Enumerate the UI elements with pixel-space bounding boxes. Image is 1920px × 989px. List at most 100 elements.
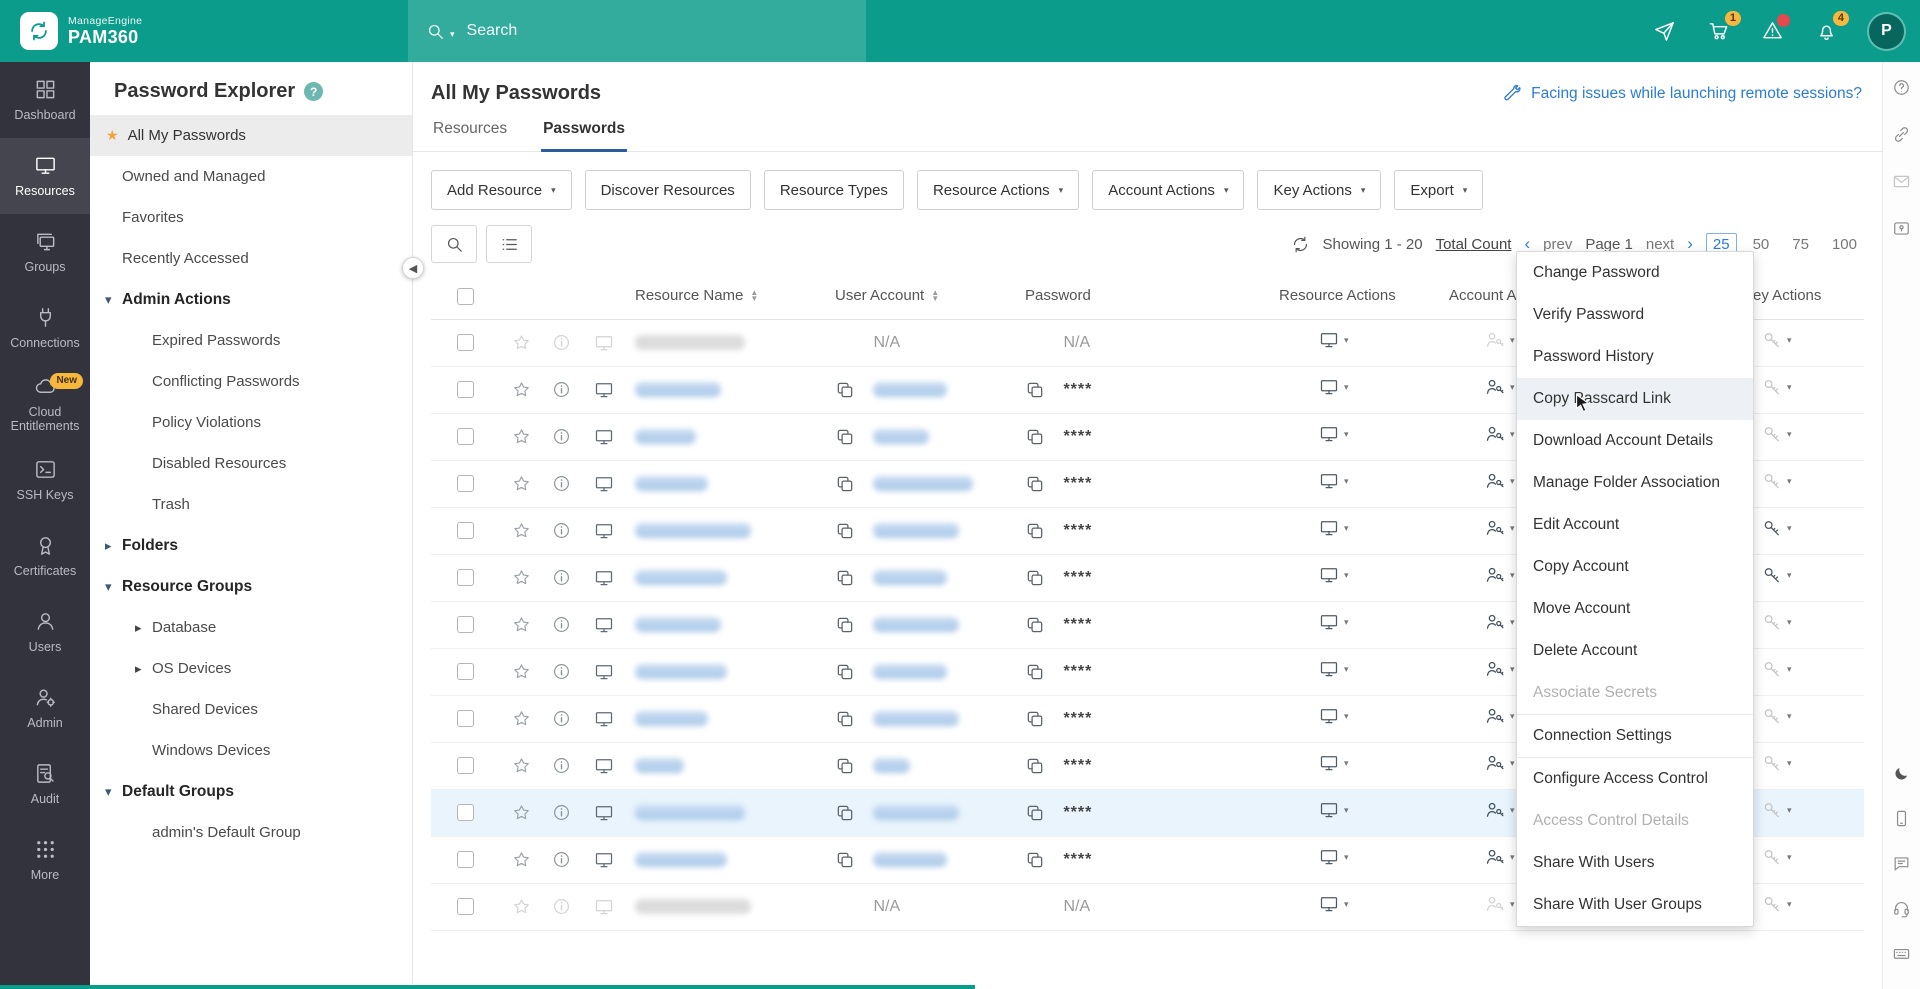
info-icon[interactable] — [552, 568, 571, 587]
resource-actions-button[interactable]: ▾ — [1319, 565, 1349, 585]
prev-button[interactable]: prev — [1543, 236, 1572, 253]
redacted-resource-name[interactable] — [635, 523, 751, 538]
notifications-bell-icon[interactable]: 4 — [1815, 19, 1839, 43]
resource-actions-button[interactable]: ▾ — [1319, 847, 1349, 867]
toolbar-button[interactable]: Key Actions ▾ — [1257, 170, 1381, 210]
redacted-resource-name[interactable] — [635, 899, 751, 914]
alerts-icon[interactable] — [1761, 19, 1785, 43]
resource-actions-button[interactable]: ▾ — [1319, 706, 1349, 726]
redacted-resource-name[interactable] — [635, 476, 708, 491]
table-search-button[interactable] — [431, 225, 477, 263]
account-actions-button[interactable]: ▾ — [1485, 847, 1515, 867]
explorer-item[interactable]: ★ Owned and Managed — [90, 156, 412, 197]
help-icon[interactable] — [1892, 78, 1911, 97]
explorer-item[interactable]: ★ Conflicting Passwords — [90, 361, 412, 402]
sidebar-item-ssh-keys[interactable]: SSH Keys — [0, 442, 90, 518]
row-checkbox[interactable] — [457, 616, 474, 633]
explorer-item[interactable]: ★ OS Devices — [90, 648, 412, 689]
account-actions-button[interactable]: ▾ — [1485, 894, 1515, 914]
favorite-star-icon[interactable] — [512, 709, 531, 728]
resource-actions-button[interactable]: ▾ — [1319, 612, 1349, 632]
copy-account-icon[interactable] — [835, 615, 855, 635]
favorite-star-icon[interactable] — [512, 615, 531, 634]
redacted-resource-name[interactable] — [635, 335, 745, 350]
copy-account-icon[interactable] — [835, 709, 855, 729]
account-actions-button[interactable]: ▾ — [1485, 471, 1515, 491]
row-checkbox[interactable] — [457, 334, 474, 351]
feedback-chat-icon[interactable] — [1892, 854, 1911, 873]
redacted-resource-name[interactable] — [635, 429, 696, 444]
next-button[interactable]: next — [1646, 236, 1674, 253]
info-icon[interactable] — [552, 380, 571, 399]
copy-password-icon[interactable] — [1025, 756, 1045, 776]
sort-icon[interactable]: ▲▼ — [750, 290, 758, 302]
copy-account-icon[interactable] — [835, 850, 855, 870]
resource-actions-button[interactable]: ▾ — [1319, 800, 1349, 820]
favorite-star-icon[interactable] — [512, 521, 531, 540]
help-icon[interactable]: ? — [304, 82, 323, 101]
row-checkbox[interactable] — [457, 757, 474, 774]
favorite-star-icon[interactable] — [512, 474, 531, 493]
context-menu-item[interactable]: Access Control Details — [1517, 800, 1753, 842]
sort-icon[interactable]: ▲▼ — [931, 290, 939, 302]
toolbar-button[interactable]: Account Actions ▾ — [1092, 170, 1244, 210]
resource-actions-button[interactable]: ▾ — [1319, 377, 1349, 397]
redacted-resource-name[interactable] — [635, 664, 727, 679]
key-actions-button[interactable]: ▾ — [1762, 612, 1792, 632]
copy-account-icon[interactable] — [835, 756, 855, 776]
sidebar-collapse-button[interactable]: ◀ — [402, 257, 424, 279]
key-actions-button[interactable]: ▾ — [1762, 471, 1792, 491]
search-input[interactable] — [467, 22, 848, 40]
copy-account-icon[interactable] — [835, 427, 855, 447]
explorer-item[interactable]: ★ Trash — [90, 484, 412, 525]
key-actions-button[interactable]: ▾ — [1762, 330, 1792, 350]
context-menu-item[interactable]: Associate Secrets — [1517, 672, 1753, 715]
user-avatar[interactable]: P — [1869, 14, 1904, 49]
explorer-item[interactable]: ★ Expired Passwords — [90, 320, 412, 361]
redacted-resource-name[interactable] — [635, 617, 721, 632]
info-icon[interactable] — [552, 756, 571, 775]
shortcut-keyboard-icon[interactable] — [1892, 944, 1911, 963]
info-icon[interactable] — [552, 521, 571, 540]
cart-icon[interactable]: 1 — [1707, 19, 1731, 43]
brand-logo[interactable]: ManageEngine PAM360 — [20, 0, 142, 62]
resource-actions-button[interactable]: ▾ — [1319, 330, 1349, 350]
total-count-link[interactable]: Total Count — [1436, 236, 1512, 253]
mobile-app-icon[interactable] — [1892, 809, 1911, 828]
copy-password-icon[interactable] — [1025, 427, 1045, 447]
info-icon[interactable] — [552, 662, 571, 681]
sidebar-item-certificates[interactable]: Certificates — [0, 518, 90, 594]
redacted-resource-name[interactable] — [635, 852, 727, 867]
account-actions-button[interactable]: ▾ — [1485, 565, 1515, 585]
column-view-button[interactable] — [486, 225, 532, 263]
info-icon[interactable] — [552, 474, 571, 493]
row-checkbox[interactable] — [457, 381, 474, 398]
explorer-item[interactable]: ★ Database — [90, 607, 412, 648]
explorer-item[interactable]: ★ Policy Violations — [90, 402, 412, 443]
link-icon[interactable] — [1892, 125, 1911, 144]
redacted-resource-name[interactable] — [635, 382, 721, 397]
row-checkbox[interactable] — [457, 428, 474, 445]
copy-password-icon[interactable] — [1025, 615, 1045, 635]
context-menu-item[interactable]: Download Account Details — [1517, 420, 1753, 462]
sidebar-item-dashboard[interactable]: Dashboard — [0, 62, 90, 138]
explorer-item[interactable]: ★ Favorites — [90, 197, 412, 238]
resource-actions-button[interactable]: ▾ — [1319, 753, 1349, 773]
tab[interactable]: Passwords — [541, 120, 627, 152]
explorer-item[interactable]: ★ Resource Groups — [90, 566, 412, 607]
toolbar-button[interactable]: Discover Resources ▾ — [585, 170, 751, 210]
explorer-item[interactable]: ★ Folders — [90, 525, 412, 566]
context-menu-item[interactable]: Password History — [1517, 336, 1753, 378]
sidebar-item-admin[interactable]: Admin — [0, 670, 90, 746]
info-icon[interactable] — [552, 615, 571, 634]
info-icon[interactable] — [552, 897, 571, 916]
select-all-checkbox[interactable] — [457, 288, 474, 305]
row-checkbox[interactable] — [457, 851, 474, 868]
resource-actions-button[interactable]: ▾ — [1319, 471, 1349, 491]
sidebar-item-users[interactable]: Users — [0, 594, 90, 670]
sidebar-item-audit[interactable]: Audit — [0, 746, 90, 822]
quick-connect-icon[interactable] — [1653, 19, 1677, 43]
row-checkbox[interactable] — [457, 663, 474, 680]
tab[interactable]: Resources — [431, 120, 509, 152]
account-actions-button[interactable]: ▾ — [1485, 659, 1515, 679]
